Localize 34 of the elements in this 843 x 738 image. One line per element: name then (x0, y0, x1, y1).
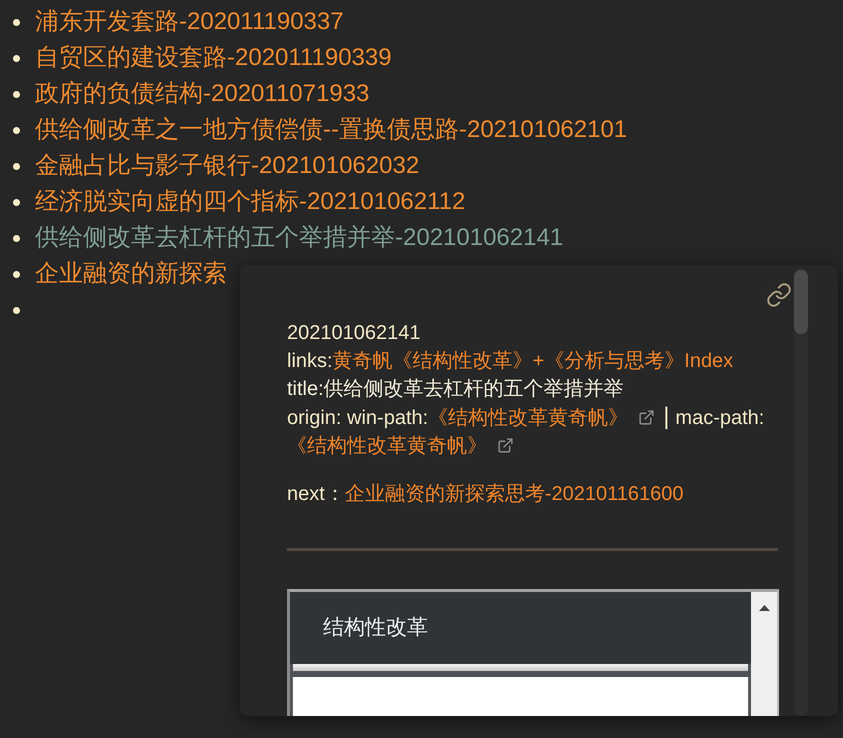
note-link[interactable]: 自贸区的建设套路-202011190339 (35, 43, 392, 73)
embed-title: 结构性改革 (323, 615, 428, 642)
mac-path-link[interactable]: 《结构性改革黄奇帆》 (287, 435, 487, 457)
bullet-icon (13, 270, 20, 278)
origin-label: origin: win-path: (287, 407, 428, 429)
bullet-icon (13, 126, 20, 134)
note-link[interactable]: 供给侧改革之一地方债偿债--置换债思路-202101062101 (35, 115, 628, 145)
bullet-icon (13, 18, 20, 26)
links-link[interactable]: 黄奇帆《结构性改革》+《分析与思考》Index (332, 347, 734, 375)
note-link[interactable]: 金融占比与影子银行-202101062032 (35, 151, 420, 181)
bullet-icon (13, 234, 20, 242)
note-id: 202101062141 (287, 322, 420, 344)
note-link[interactable]: 浦东开发套路-202011190337 (35, 7, 344, 37)
scroll-up-icon[interactable] (758, 605, 770, 611)
link-icon[interactable] (766, 282, 792, 308)
next-link[interactable]: 企业融资的新探索思考-202101161600 (344, 480, 684, 508)
external-link-icon[interactable] (638, 409, 656, 426)
bullet-icon (13, 162, 20, 170)
mac-path-label: mac-path: (675, 407, 764, 429)
note-link[interactable]: 政府的负债结构-202011071933 (35, 79, 370, 109)
note-link[interactable]: 供给侧改革去杠杆的五个举措并举-202101062141 (35, 223, 564, 253)
scrollbar-thumb[interactable] (794, 270, 808, 334)
bullet-icon (13, 306, 20, 314)
separator: | (663, 403, 670, 430)
bullet-icon (13, 54, 20, 62)
note-link[interactable]: 企业融资的新探索 (35, 259, 227, 289)
external-link-icon[interactable] (497, 437, 514, 454)
next-label: next： (287, 482, 345, 507)
bullet-icon (13, 198, 20, 206)
note-link[interactable]: 经济脱实向虚的四个指标-202101062112 (35, 187, 466, 217)
links-label: links: (287, 349, 333, 374)
win-path-link[interactable]: 《结构性改革黄奇帆》 (428, 407, 628, 429)
title-line: title:供给侧改革去杠杆的五个举措并举 (287, 378, 624, 400)
bullet-icon (13, 90, 20, 98)
